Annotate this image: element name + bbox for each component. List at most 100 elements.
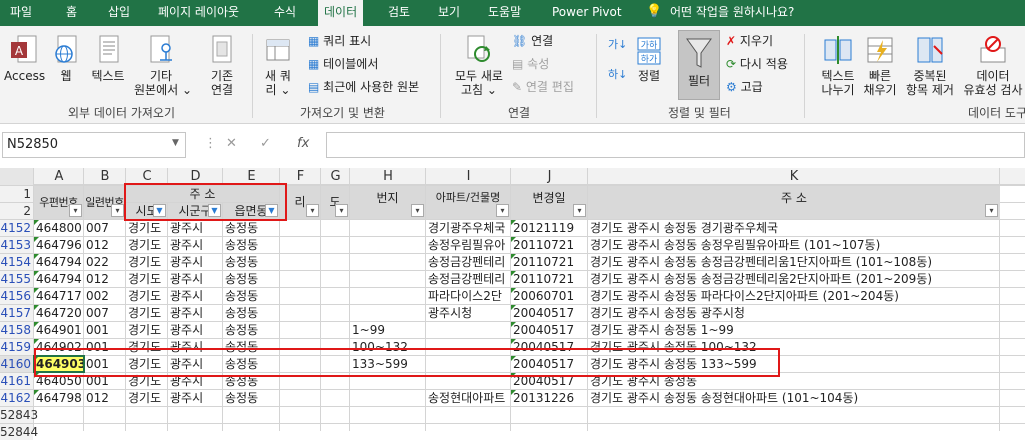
filter-button[interactable]: 필터 xyxy=(678,30,720,100)
sort-az-icon[interactable]: 가↓ xyxy=(608,38,627,52)
from-web-button[interactable]: 웹 xyxy=(48,34,84,83)
filter-dropdown-icon[interactable]: ▾ xyxy=(411,204,424,217)
cell-j[interactable]: 20040517 xyxy=(511,305,587,321)
worksheet-grid[interactable]: ABCDEFGHIJK 우편번호 일련번호 주 소 시도 시군구 읍면동 리 도… xyxy=(0,168,1025,440)
cell-b[interactable]: 012 xyxy=(84,237,125,253)
from-text-button[interactable]: 텍스트 xyxy=(86,34,130,83)
tab-insert[interactable]: 삽입 xyxy=(108,0,130,26)
properties-button[interactable]: ▤ 속성 xyxy=(512,57,549,71)
from-table-button[interactable]: ▦ 테이블에서 xyxy=(308,57,378,71)
column-header-g[interactable]: G xyxy=(321,168,350,185)
cell-d[interactable]: 광주시 xyxy=(168,390,222,406)
row-number[interactable]: 4153 xyxy=(0,237,33,253)
text-to-columns-button[interactable]: 텍스트 나누기 xyxy=(816,34,860,97)
cell-i[interactable]: 광주시청 xyxy=(426,305,510,321)
cell-c[interactable]: 경기도 xyxy=(126,271,167,287)
cell-j[interactable]: 20131226 xyxy=(511,390,587,406)
cell-k[interactable]: 경기도 광주시 송정동 파라다이스2단지아파트 (201~204동) xyxy=(588,288,1000,304)
cell-j[interactable]: 20121119 xyxy=(511,220,587,236)
filter-dropdown-icon[interactable]: ▾ xyxy=(69,204,82,217)
cell-d[interactable]: 광주시 xyxy=(168,288,222,304)
column-header-a[interactable]: A xyxy=(34,168,84,185)
filter-dropdown-icon[interactable]: ▾ xyxy=(985,204,998,217)
edit-links-button[interactable]: ✎ 연결 편집 xyxy=(512,80,574,94)
tab-data[interactable]: 데이터 xyxy=(318,0,364,26)
cell-b[interactable]: 001 xyxy=(84,322,125,338)
reapply-button[interactable]: ⟳ 다시 적용 xyxy=(726,57,788,71)
cell-d[interactable]: 광주시 xyxy=(168,254,222,270)
column-header-j[interactable]: J xyxy=(511,168,588,185)
cell-e[interactable]: 송정동 xyxy=(223,237,279,253)
cell-k[interactable]: 경기도 광주시 송정동 송정현대아파트 (101~104동) xyxy=(588,390,1000,406)
cell-i[interactable]: 경기광주우체국 xyxy=(426,220,510,236)
cell-i[interactable]: 송정우림필유아 xyxy=(426,237,510,253)
cell-k[interactable]: 경기도 광주시 송정동 송정금강펜테리움2단지아파트 (201~209동) xyxy=(588,271,1000,287)
cell-c[interactable]: 경기도 xyxy=(126,237,167,253)
cell-d[interactable]: 광주시 xyxy=(168,220,222,236)
enter-icon[interactable]: ✓ xyxy=(260,136,271,151)
cell-c[interactable]: 경기도 xyxy=(126,322,167,338)
filter-dropdown-icon[interactable]: ▾ xyxy=(496,204,509,217)
row-number[interactable]: 4161 xyxy=(0,373,33,389)
filter-dropdown-icon[interactable]: ▾ xyxy=(335,204,348,217)
cell-j[interactable]: 20060701 xyxy=(511,288,587,304)
cell-a[interactable]: 464717 xyxy=(34,288,83,304)
sort-za-icon[interactable]: 하↓ xyxy=(608,68,627,82)
new-query-button[interactable]: 새 쿼 리 ⌄ xyxy=(258,34,298,97)
row-number[interactable]: 4152 xyxy=(0,220,33,236)
chevron-down-icon[interactable]: ▼ xyxy=(172,138,179,148)
cell-c[interactable]: 경기도 xyxy=(126,390,167,406)
cell-i[interactable]: 송정금강펜테리 xyxy=(426,254,510,270)
cell-b[interactable]: 002 xyxy=(84,288,125,304)
cell-j[interactable]: 20040517 xyxy=(511,322,587,338)
cell-e[interactable]: 송정동 xyxy=(223,390,279,406)
refresh-all-button[interactable]: 모두 새로 고침 ⌄ xyxy=(450,34,508,97)
row-number[interactable]: 2 xyxy=(0,203,33,219)
column-header-h[interactable]: H xyxy=(350,168,426,185)
cell-d[interactable]: 광주시 xyxy=(168,305,222,321)
filter-dropdown-icon[interactable]: ▾ xyxy=(573,204,586,217)
cell-c[interactable]: 경기도 xyxy=(126,305,167,321)
cell-e[interactable]: 송정동 xyxy=(223,305,279,321)
tab-file[interactable]: 파일 xyxy=(10,0,32,26)
column-header-k[interactable]: K xyxy=(588,168,1000,185)
tab-review[interactable]: 검토 xyxy=(388,0,410,26)
column-header-i[interactable]: I xyxy=(426,168,511,185)
cell-b[interactable]: 022 xyxy=(84,254,125,270)
row-number[interactable]: 52844 xyxy=(0,424,38,440)
cell-i[interactable]: 송정현대아파트 xyxy=(426,390,510,406)
tell-me-search[interactable]: 어떤 작업을 원하시나요? xyxy=(670,0,794,26)
cell-b[interactable]: 007 xyxy=(84,220,125,236)
row-number[interactable]: 4156 xyxy=(0,288,33,304)
row-number[interactable]: 52843 xyxy=(0,407,38,423)
formula-input[interactable] xyxy=(326,132,1025,158)
cancel-icon[interactable]: ✕ xyxy=(226,136,237,151)
cell-k[interactable]: 경기도 광주시 송정동 경기광주우체국 xyxy=(588,220,1000,236)
cell-a[interactable]: 464901 xyxy=(34,322,83,338)
row-number[interactable]: 4154 xyxy=(0,254,33,270)
cell-e[interactable]: 송정동 xyxy=(223,220,279,236)
tab-help[interactable]: 도움말 xyxy=(488,0,521,26)
connections-button[interactable]: ⛓ 연결 xyxy=(512,34,553,48)
cell-k[interactable]: 경기도 광주시 송정동 1~99 xyxy=(588,322,1000,338)
recent-sources-button[interactable]: ▤ 최근에 사용한 원본 xyxy=(308,80,419,94)
filter-dropdown-icon[interactable]: ▾ xyxy=(306,204,319,217)
row-number[interactable]: 4158 xyxy=(0,322,33,338)
cell-e[interactable]: 송정동 xyxy=(223,288,279,304)
cell-a[interactable]: 464794 xyxy=(34,254,83,270)
cell-a[interactable]: 464794 xyxy=(34,271,83,287)
cell-b[interactable]: 012 xyxy=(84,271,125,287)
show-queries-button[interactable]: ▦ 쿼리 표시 xyxy=(308,34,371,48)
cell-i[interactable]: 파라다이스2단 xyxy=(426,288,510,304)
existing-connections-button[interactable]: 기존 연결 xyxy=(200,34,244,97)
cell-e[interactable]: 송정동 xyxy=(223,254,279,270)
remove-duplicates-button[interactable]: 중복된 항목 제거 xyxy=(902,34,958,97)
advanced-filter-button[interactable]: ⚙ 고급 xyxy=(726,80,763,94)
cell-d[interactable]: 광주시 xyxy=(168,271,222,287)
cell-j[interactable]: 20110721 xyxy=(511,237,587,253)
sort-button[interactable]: 가하 하가 정렬 xyxy=(634,34,664,83)
flash-fill-button[interactable]: 빠른 채우기 xyxy=(860,34,900,97)
cell-j[interactable]: 20110721 xyxy=(511,254,587,270)
tab-power-pivot[interactable]: Power Pivot xyxy=(552,0,622,26)
column-header-b[interactable]: B xyxy=(84,168,126,185)
